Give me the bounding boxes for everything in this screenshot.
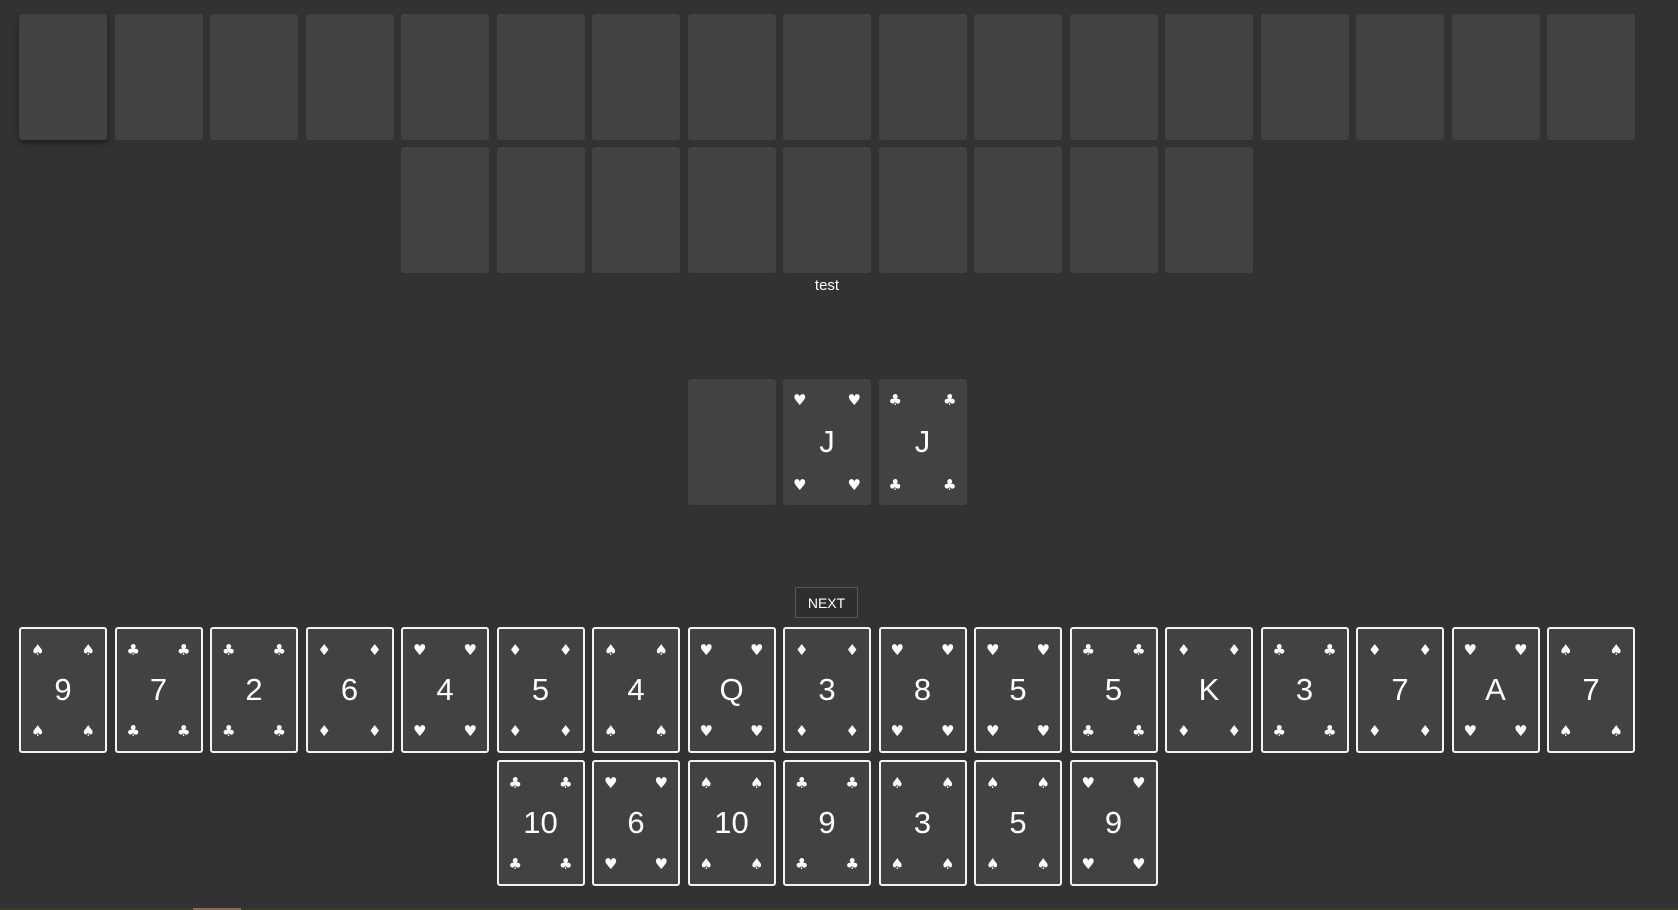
opponent-card-back: [1547, 14, 1635, 140]
card-rank: 9: [1104, 805, 1123, 840]
next-button[interactable]: NEXT: [795, 587, 858, 618]
card-rank: 10: [523, 805, 558, 840]
hand-card[interactable]: ♥ ♥ ♥ ♥ 4: [401, 627, 489, 753]
hand-card[interactable]: ♣ ♣ ♣ ♣ 3: [1260, 627, 1349, 753]
table-card: ♥ ♥ ♥ ♥ J: [783, 379, 871, 505]
card-rank: 6: [627, 805, 645, 840]
opponent-card-back: [592, 147, 680, 273]
opponent-card-back: [592, 14, 680, 140]
hand-card[interactable]: ♦ ♦ ♦ ♦ K: [1165, 627, 1253, 753]
opponent-hand-row-1: [0, 14, 1678, 140]
card-rank: 7: [1391, 672, 1409, 707]
opponent-card-back: [305, 14, 394, 140]
opponent-card-back: [878, 147, 967, 273]
opponent-card-back: [974, 147, 1062, 273]
card-rank: 10: [714, 805, 749, 840]
hand-card[interactable]: ♥ ♥ ♥ ♥ 6: [592, 760, 680, 886]
opponent-hand-row-2: [0, 147, 1678, 273]
hand-card[interactable]: ♦ ♦ ♦ ♦ 5: [496, 627, 585, 753]
hand-card[interactable]: ♥ ♥ ♥ ♥ A: [1451, 627, 1540, 753]
opponent-card-back: [974, 14, 1062, 140]
opponent-card-back: [1165, 147, 1253, 273]
opponent-card-back: [1165, 14, 1253, 140]
card-rank: 2: [245, 672, 263, 707]
card-rank: 4: [627, 672, 645, 707]
hand-card[interactable]: ♣ ♣ ♣ ♣ 9: [783, 760, 871, 886]
opponent-card-back: [210, 14, 298, 140]
card-rank: A: [1485, 672, 1506, 707]
card-rank: 3: [913, 805, 932, 840]
card-rank: 9: [818, 805, 836, 840]
player-hand-row-1: ♠ ♠ ♠ ♠ 9 ♣ ♣ ♣ ♣ 7 ♣ ♣ ♣ ♣ 2 ♦ ♦ ♦ ♦ 6 ♥ ♥ ♥ ♥ 4 ♦ ♦ ♦ ♦ 5 ♠ ♠ ♠ ♠ 4 ♥ ♥ ♥ ♥ Q…: [0, 627, 1678, 753]
card-rank: 5: [531, 672, 550, 707]
hand-card[interactable]: ♣ ♣ ♣ ♣ 10: [496, 760, 585, 886]
opponent-card-back: [1451, 14, 1540, 140]
hand-card[interactable]: ♠ ♠ ♠ ♠ 5: [974, 760, 1062, 886]
card-rank: 6: [340, 672, 359, 707]
hand-card[interactable]: ♥ ♥ ♥ ♥ 5: [974, 627, 1062, 753]
card-rank: J: [914, 424, 931, 459]
card-rank: 9: [54, 672, 72, 707]
card-rank: Q: [719, 672, 744, 707]
card-rank: 5: [1104, 672, 1123, 707]
card-rank: 5: [1009, 805, 1027, 840]
hand-card[interactable]: ♠ ♠ ♠ ♠ 4: [592, 627, 680, 753]
opponent-card-back: [19, 14, 107, 140]
opponent-card-back: [878, 14, 967, 140]
opponent-card-back: [496, 147, 585, 273]
opponent-card-back: [1069, 14, 1158, 140]
opponent-card-back: [687, 14, 776, 140]
status-text: test: [814, 277, 840, 294]
hand-card[interactable]: ♠ ♠ ♠ ♠ 10: [687, 760, 776, 886]
game-board: test ♥ ♥ ♥ ♥ J ♣ ♣ ♣ ♣ J NEXT ♠ ♠ ♠ ♠ 9 ♣ ♣ ♣ ♣ 7 ♣ ♣ ♣ ♣ 2 ♦ ♦ ♦ ♦…: [0, 0, 1678, 910]
opponent-card-back: [783, 147, 871, 273]
hand-card[interactable]: ♠ ♠ ♠ ♠ 3: [878, 760, 967, 886]
card-rank: 4: [436, 672, 454, 707]
hand-card[interactable]: ♥ ♥ ♥ ♥ 9: [1069, 760, 1158, 886]
table-pile: [687, 379, 776, 505]
hand-card[interactable]: ♠ ♠ ♠ ♠ 9: [19, 627, 107, 753]
hand-card[interactable]: ♦ ♦ ♦ ♦ 3: [783, 627, 871, 753]
card-rank: 7: [149, 672, 168, 707]
table-area: ♥ ♥ ♥ ♥ J ♣ ♣ ♣ ♣ J: [0, 379, 1678, 505]
hand-card[interactable]: ♦ ♦ ♦ ♦ 7: [1356, 627, 1444, 753]
card-rank: 3: [1295, 672, 1314, 707]
opponent-card-back: [496, 14, 585, 140]
hand-card[interactable]: ♠ ♠ ♠ ♠ 7: [1547, 627, 1635, 753]
hand-card[interactable]: ♣ ♣ ♣ ♣ 2: [210, 627, 298, 753]
opponent-card-back: [1356, 14, 1444, 140]
opponent-card-back: [1260, 14, 1349, 140]
card-rank: 3: [818, 672, 836, 707]
opponent-card-back: [401, 147, 489, 273]
opponent-card-back: [1069, 147, 1158, 273]
hand-card[interactable]: ♥ ♥ ♥ ♥ Q: [687, 627, 776, 753]
card-rank: 8: [913, 672, 932, 707]
card-rank: 5: [1009, 672, 1027, 707]
hand-card[interactable]: ♥ ♥ ♥ ♥ 8: [878, 627, 967, 753]
hand-card[interactable]: ♦ ♦ ♦ ♦ 6: [305, 627, 394, 753]
opponent-card-back: [401, 14, 489, 140]
hand-card[interactable]: ♣ ♣ ♣ ♣ 7: [114, 627, 203, 753]
card-rank: K: [1198, 672, 1220, 707]
hand-card[interactable]: ♣ ♣ ♣ ♣ 5: [1069, 627, 1158, 753]
table-card: ♣ ♣ ♣ ♣ J: [878, 379, 967, 505]
card-rank: 7: [1582, 672, 1600, 707]
opponent-card-back: [114, 14, 203, 140]
opponent-card-back: [783, 14, 871, 140]
card-rank: J: [819, 424, 835, 459]
opponent-card-back: [687, 147, 776, 273]
player-hand-row-2: ♣ ♣ ♣ ♣ 10 ♥ ♥ ♥ ♥ 6 ♠ ♠ ♠ ♠ 10 ♣ ♣ ♣ ♣ 9 ♠ ♠ ♠ ♠ 3 ♠ ♠ ♠ ♠ 5 ♥ ♥ ♥ ♥ 9: [0, 760, 1678, 886]
